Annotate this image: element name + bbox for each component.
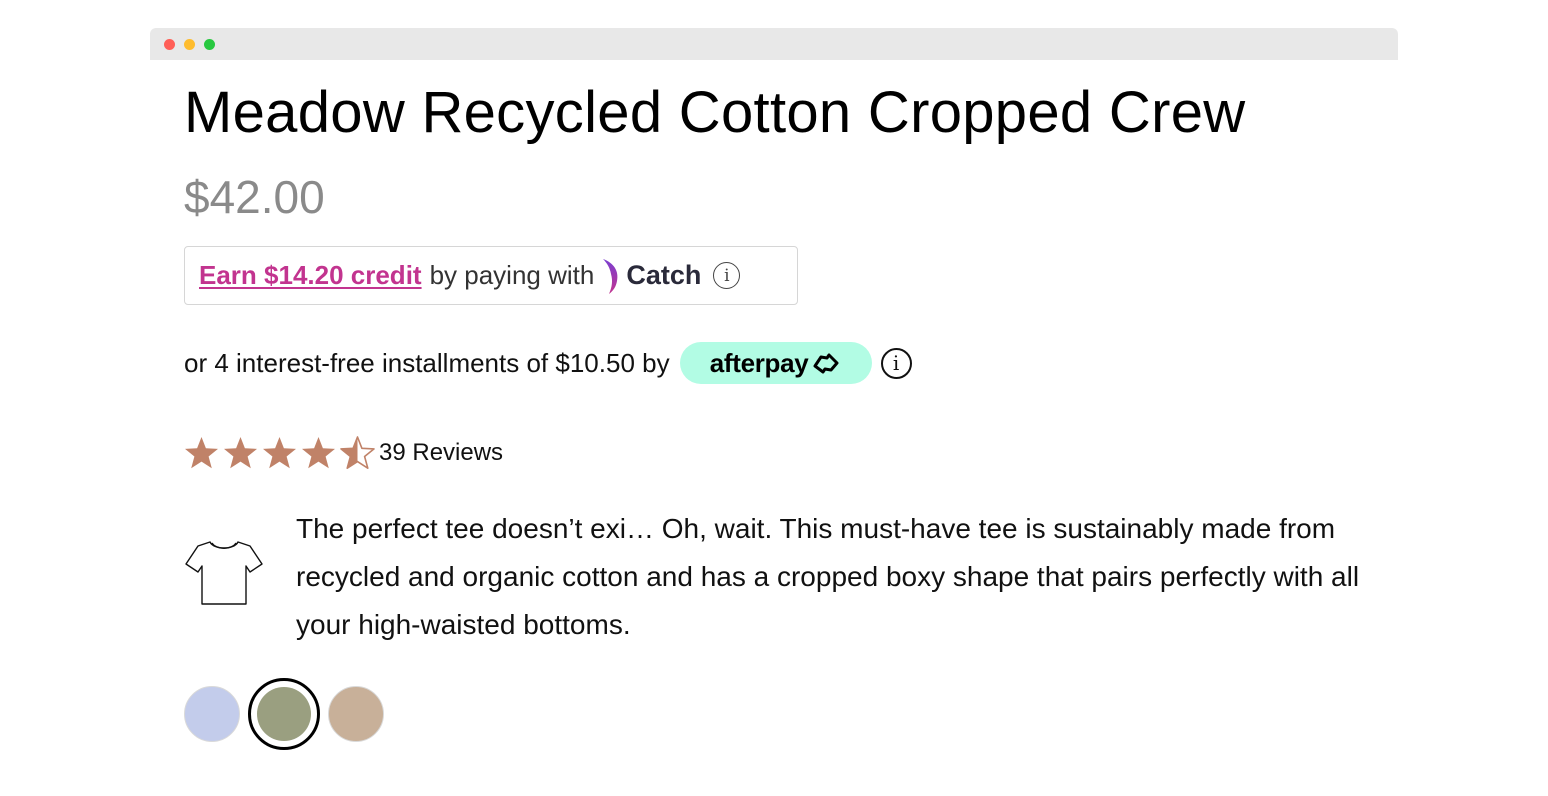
catch-swoosh-icon xyxy=(603,258,618,294)
color-swatch-light-blue[interactable] xyxy=(184,686,240,742)
rating-stars xyxy=(184,436,379,470)
afterpay-info-icon[interactable]: i xyxy=(880,347,912,379)
minimize-window-dot[interactable] xyxy=(184,39,195,50)
star-icon xyxy=(302,437,335,469)
afterpay-installments: or 4 interest-free installments of $10.5… xyxy=(184,342,912,384)
close-window-dot[interactable] xyxy=(164,39,175,50)
catch-info-icon[interactable]: i xyxy=(713,262,741,289)
product-description: The perfect tee doesn’t exi… Oh, wait. T… xyxy=(296,513,1360,640)
star-icon xyxy=(185,437,218,469)
star-icon xyxy=(263,437,296,469)
afterpay-installments-text: or 4 interest-free installments of $10.5… xyxy=(184,347,670,378)
catch-earn-credit-link[interactable]: Earn $14.20 credit xyxy=(199,260,422,291)
color-swatch-tan[interactable] xyxy=(328,686,384,742)
catch-paying-text: by paying with xyxy=(429,260,595,290)
catch-credit-banner: Earn $14.20 credit by paying with Catch … xyxy=(184,246,798,305)
maximize-window-dot[interactable] xyxy=(204,39,215,50)
afterpay-brand-label: afterpay xyxy=(709,347,809,378)
color-swatch-sage-selected[interactable] xyxy=(248,678,320,750)
catch-logo: Catch xyxy=(600,257,701,295)
color-swatch-fill xyxy=(257,687,311,741)
product-price: $42.00 xyxy=(184,171,325,223)
t-shirt-icon xyxy=(185,541,263,605)
afterpay-badge[interactable]: afterpay xyxy=(679,342,872,384)
product-rating: 39 Reviews xyxy=(184,434,503,472)
afterpay-arrows-icon xyxy=(813,353,839,374)
browser-window-bar xyxy=(150,28,1398,60)
star-icon xyxy=(224,437,257,469)
catch-brand-name: Catch xyxy=(626,260,702,290)
star-icon xyxy=(340,436,375,470)
reviews-link[interactable]: 39 Reviews xyxy=(379,439,503,467)
product-title: Meadow Recycled Cotton Cropped Crew xyxy=(184,80,1246,145)
